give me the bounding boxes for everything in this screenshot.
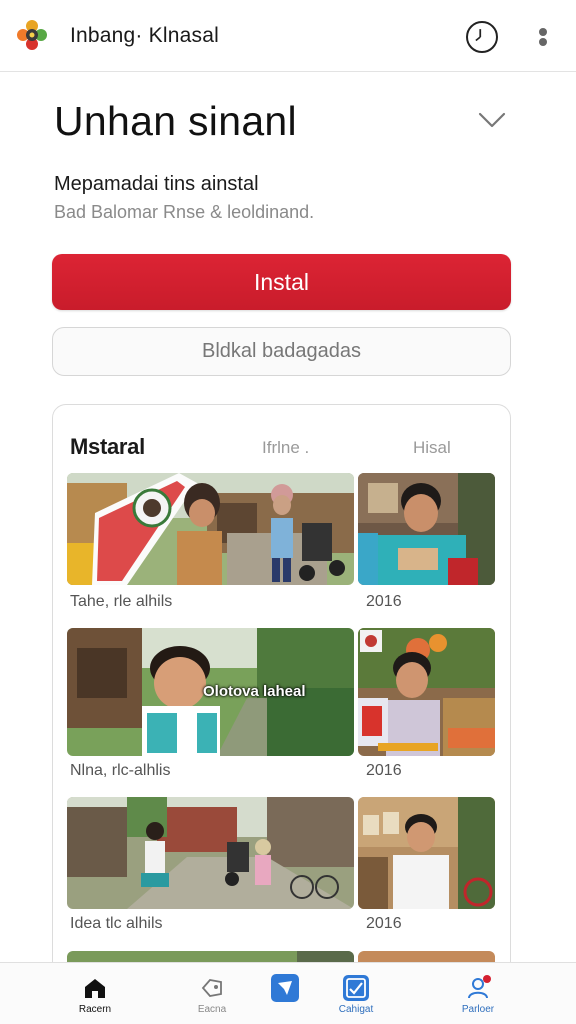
nav-item-gallery[interactable]: Cahigat — [316, 963, 396, 1024]
install-button[interactable]: Instal — [52, 254, 511, 310]
app-subtitle: Mepamadai tins ainstal — [54, 173, 259, 195]
gallery-tab-2[interactable]: Hisal — [413, 438, 451, 458]
gallery-photo-5[interactable] — [67, 797, 354, 909]
nav-label-gallery: Cahigat — [338, 1004, 374, 1015]
nav-label-tag: Eacna — [197, 1004, 227, 1015]
chevron-down-icon[interactable] — [474, 104, 510, 134]
app-subline: Bad Balomar Rnse & leoldinand. — [54, 202, 315, 222]
photo-year-2: 2016 — [366, 762, 402, 779]
photo-year-1: 2016 — [366, 593, 402, 610]
photo-overlay-text: Olotova laheal — [203, 683, 306, 700]
photo-caption-3: Idea tlc alhils — [70, 915, 163, 932]
nav-item-profile[interactable]: Parloer — [438, 963, 518, 1024]
bottom-navigation: Racern Eacna Cahigat Parloer — [0, 962, 576, 1024]
nav-item-tag[interactable]: Eacna — [172, 963, 252, 1024]
clock-icon[interactable] — [466, 21, 498, 53]
image-check-icon — [342, 974, 370, 1002]
secondary-action-button[interactable]: Bldkal badagadas — [52, 327, 511, 376]
flower-logo-icon — [14, 17, 50, 53]
photo-caption-1: Tahe, rle alhils — [70, 593, 173, 610]
page-title: Unhan sinanl — [54, 98, 297, 144]
gallery-tab-1[interactable]: Ifrlne . — [262, 438, 309, 458]
send-icon — [271, 974, 299, 1002]
gallery-photo-1[interactable] — [67, 473, 354, 585]
gallery-heading: Mstaral — [70, 434, 145, 459]
gallery-photo-4[interactable] — [358, 628, 495, 756]
nav-label-profile: Parloer — [461, 1004, 495, 1015]
nav-item-send[interactable] — [245, 963, 325, 1024]
gallery-photo-2[interactable] — [358, 473, 495, 585]
nav-item-home[interactable]: Racern — [55, 963, 135, 1024]
tag-icon — [198, 974, 226, 1002]
more-vertical-icon[interactable] — [532, 24, 554, 52]
nav-label-home: Racern — [78, 1004, 112, 1015]
app-title: Inbang· Klnasal — [70, 24, 219, 47]
home-icon — [81, 974, 109, 1002]
photo-year-3: 2016 — [366, 915, 402, 932]
profile-icon — [464, 974, 492, 1002]
gallery-photo-6[interactable] — [358, 797, 495, 909]
top-app-bar: Inbang· Klnasal — [0, 0, 576, 72]
photo-caption-2: Nlna, rlc-alhlis — [70, 762, 171, 779]
